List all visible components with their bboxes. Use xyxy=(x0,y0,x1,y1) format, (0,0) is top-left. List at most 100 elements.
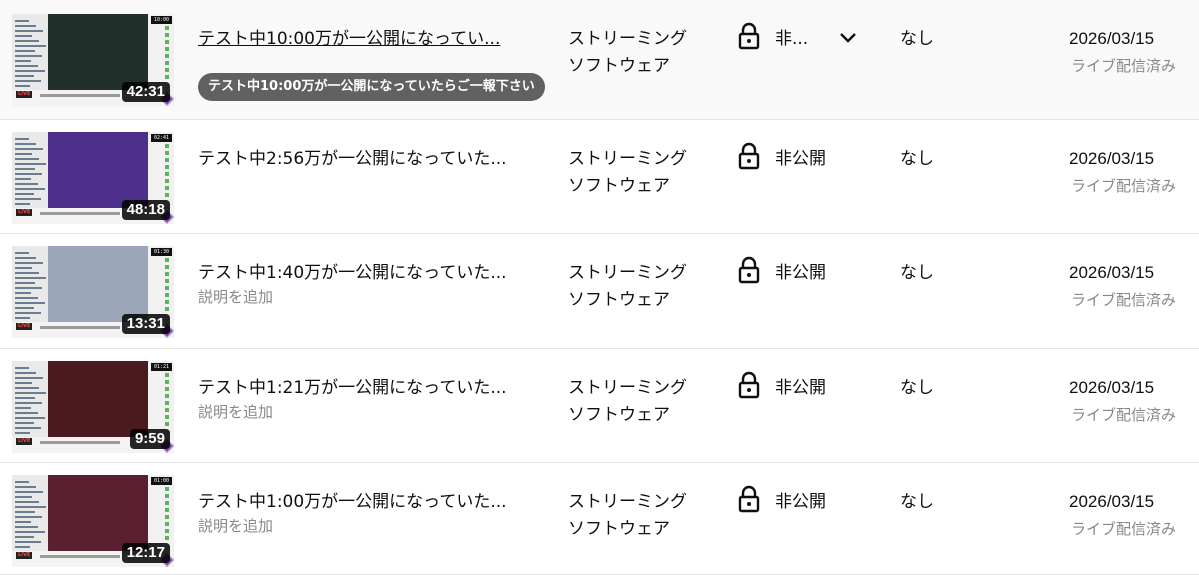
thumbnail-caption xyxy=(40,212,120,215)
lock-icon xyxy=(738,485,760,513)
thumbnail-chat-line xyxy=(15,75,34,77)
thumbnail-game-scene xyxy=(48,132,148,208)
video-date: 2026/03/15 xyxy=(1069,378,1155,397)
duration-badge: 42:31 xyxy=(121,82,170,102)
video-date: 2026/03/15 xyxy=(1069,263,1155,282)
video-thumbnail[interactable]: LIVE 10:00 42:31 xyxy=(12,14,174,106)
video-title[interactable]: テスト中10:00万が一公開になってい... xyxy=(198,28,500,50)
thumbnail-chat-line xyxy=(15,367,29,369)
video-title[interactable]: テスト中1:00万が一公開になっていた... xyxy=(198,491,507,513)
video-title[interactable]: テスト中1:21万が一公開になっていた... xyxy=(198,377,507,399)
thumbnail-chat-line xyxy=(15,80,41,82)
thumbnail-chat-line xyxy=(15,432,30,434)
restrictions-value: なし xyxy=(900,378,934,398)
thumbnail-chat-line xyxy=(15,531,45,533)
thumbnail-stat-dot xyxy=(165,47,169,51)
thumbnail-stat-dot xyxy=(165,300,169,304)
table-row[interactable]: LIVE 01:30 13:31 テスト中1:40万が一公開になっていた... 説明を追… xyxy=(0,234,1199,349)
table-row[interactable]: LIVE 01:21 9:59 テスト中1:21万が一公開になっていた... 説明を追加… xyxy=(0,349,1199,463)
video-thumbnail[interactable]: LIVE 01:21 9:59 xyxy=(12,361,174,453)
table-row[interactable]: LIVE 10:00 42:31 テスト中10:00万が一公開になってい... ストリー… xyxy=(0,0,1199,120)
thumbnail-chat-line xyxy=(15,282,35,284)
thumbnail-chat-line xyxy=(15,307,34,309)
duration-badge: 13:31 xyxy=(121,314,170,334)
thumbnail-chat-line xyxy=(15,70,45,72)
video-thumbnail[interactable]: LIVE 01:00 12:17 xyxy=(12,475,174,567)
thumbnail-stat-dot xyxy=(165,165,169,169)
thumbnail-timer-badge: 01:21 xyxy=(150,363,172,371)
visibility-label[interactable]: 非公開 xyxy=(775,377,826,399)
visibility-label[interactable]: 非... xyxy=(775,28,808,50)
restrictions-value: なし xyxy=(900,263,934,283)
thumbnail-stat-dot xyxy=(165,501,169,505)
thumbnail-chat-line xyxy=(15,20,29,22)
video-type-line2: ソフトウェア xyxy=(568,176,670,196)
add-description-link[interactable]: 説明を追加 xyxy=(198,515,273,536)
thumbnail-stat-dot xyxy=(165,265,169,269)
thumbnail-chat-line xyxy=(15,407,31,409)
thumbnail-chat-line xyxy=(15,193,34,195)
thumbnail-stat-dot xyxy=(165,494,169,498)
thumbnail-caption xyxy=(40,326,120,329)
thumbnail-chat-line xyxy=(15,481,29,483)
thumbnail-chat-line xyxy=(15,173,42,175)
thumbnail-chat-line xyxy=(15,536,34,538)
thumbnail-chat-line xyxy=(15,153,32,155)
thumbnail-stat-dot xyxy=(165,258,169,262)
thumbnail-chat-line xyxy=(15,511,35,513)
visibility-label[interactable]: 非公開 xyxy=(775,148,826,170)
thumbnail-chat-line xyxy=(15,292,31,294)
thumbnail-chat-line xyxy=(15,521,31,523)
date-status: ライブ配信済み xyxy=(1071,520,1177,538)
thumbnail-stat-dot xyxy=(165,40,169,44)
restrictions-value: なし xyxy=(900,492,934,512)
video-date: 2026/03/15 xyxy=(1069,149,1155,168)
thumbnail-stat-dot xyxy=(165,529,169,533)
thumbnail-chat-line xyxy=(15,486,36,488)
lock-icon xyxy=(738,256,760,284)
add-description-link[interactable]: 説明を追加 xyxy=(198,286,273,307)
thumbnail-stat-dot xyxy=(165,401,169,405)
thumbnail-chat-line xyxy=(15,382,32,384)
thumbnail-stat-dot xyxy=(165,33,169,37)
thumbnail-chat-line xyxy=(15,267,32,269)
thumbnail-chat-line xyxy=(15,506,46,508)
chevron-down-icon[interactable] xyxy=(838,30,858,46)
video-type-line1: ストリーミング xyxy=(568,263,687,283)
thumbnail-live-tag: LIVE xyxy=(16,438,33,445)
table-row[interactable]: LIVE 01:00 12:17 テスト中1:00万が一公開になっていた... 説明を追… xyxy=(0,463,1199,575)
duration-badge: 9:59 xyxy=(129,429,170,449)
restrictions-value: なし xyxy=(900,149,934,169)
thumbnail-timer-badge: 10:00 xyxy=(150,16,172,24)
thumbnail-stat-dot xyxy=(165,422,169,426)
visibility-label[interactable]: 非公開 xyxy=(775,262,826,284)
add-description-link[interactable]: 説明を追加 xyxy=(198,401,273,422)
thumbnail-chat-line xyxy=(15,45,46,47)
table-row[interactable]: LIVE 02:41 48:18 テスト中2:56万が一公開になっていた... ストリー… xyxy=(0,120,1199,234)
thumbnail-live-tag: LIVE xyxy=(16,91,33,98)
thumbnail-stat-dot xyxy=(165,26,169,30)
thumbnail-stat-dot xyxy=(165,487,169,491)
video-thumbnail[interactable]: LIVE 01:30 13:31 xyxy=(12,246,174,338)
thumbnail-stat-dot xyxy=(165,272,169,276)
thumbnail-timer-badge: 02:41 xyxy=(150,134,172,142)
thumbnail-stat-dot xyxy=(165,158,169,162)
thumbnail-chat-line xyxy=(15,287,42,289)
video-title[interactable]: テスト中2:56万が一公開になっていた... xyxy=(198,148,507,170)
thumbnail-chat-line xyxy=(15,501,39,503)
thumbnail-game-scene xyxy=(48,361,148,437)
video-title[interactable]: テスト中1:40万が一公開になっていた... xyxy=(198,262,507,284)
visibility-label[interactable]: 非公開 xyxy=(775,491,826,513)
date-status: ライブ配信済み xyxy=(1071,57,1177,75)
video-thumbnail[interactable]: LIVE 02:41 48:18 xyxy=(12,132,174,224)
thumbnail-chat-line xyxy=(15,312,41,314)
thumbnail-chat-line xyxy=(15,25,36,27)
video-list-table: LIVE 10:00 42:31 テスト中10:00万が一公開になってい... ストリー… xyxy=(0,0,1199,575)
thumbnail-stat-dot xyxy=(165,151,169,155)
thumbnail-stat-dot xyxy=(165,172,169,176)
thumbnail-stat-dot xyxy=(165,515,169,519)
lock-icon xyxy=(738,142,760,170)
thumbnail-chat-line xyxy=(15,546,30,548)
thumbnail-chat-line xyxy=(15,198,41,200)
video-type-line1: ストリーミング xyxy=(568,29,687,49)
